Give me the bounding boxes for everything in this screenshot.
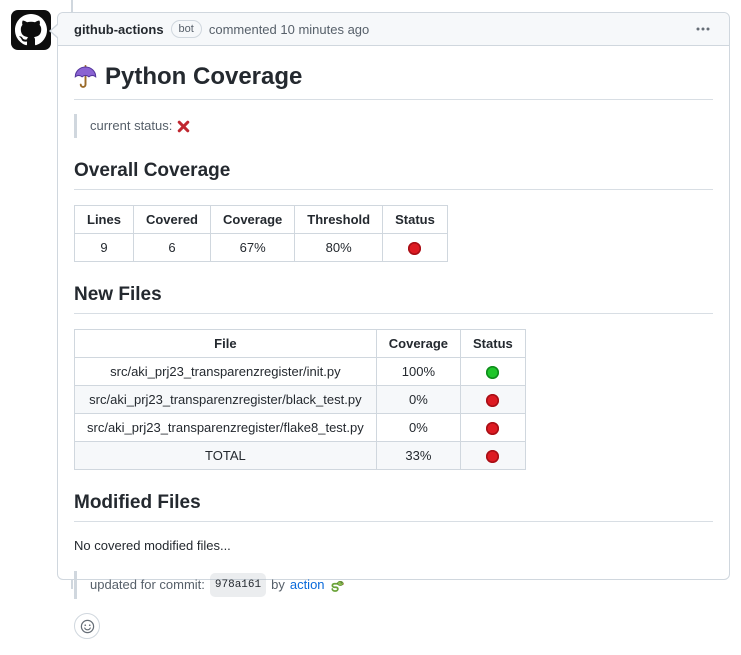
cell-coverage: 0% [376,386,460,414]
smiley-icon [80,619,95,634]
overall-coverage-heading: Overall Coverage [74,159,713,190]
avatar[interactable] [11,10,51,50]
add-reaction-button[interactable] [74,613,100,639]
github-octocat-icon [15,14,47,46]
overall-coverage-table: Lines Covered Coverage Threshold Status … [74,205,448,262]
comment-options-button[interactable] [693,17,713,41]
cell-file: src/aki_prj23_transparenzregister/init.p… [75,358,377,386]
page-title-text: Python Coverage [105,62,302,92]
page-title: Python Coverage [74,62,713,100]
status-circle-icon [486,394,499,407]
table-row-total: TOTAL 33% [75,442,526,470]
cell-coverage: 67% [211,234,295,262]
col-header-status: Status [383,206,448,234]
table-row: 9 6 67% 80% [75,234,448,262]
cell-coverage: 0% [376,414,460,442]
cell-threshold: 80% [295,234,383,262]
modified-files-empty-text: No covered modified files... [74,537,713,555]
table-header-row: Lines Covered Coverage Threshold Status [75,206,448,234]
col-header-coverage: Coverage [376,330,460,358]
cell-file: src/aki_prj23_transparenzregister/black_… [75,386,377,414]
commit-hash: 978a161 [210,573,266,597]
status-circle-icon [486,450,499,463]
col-header-status: Status [461,330,526,358]
table-row: src/aki_prj23_transparenzregister/flake8… [75,414,526,442]
comment-card: github-actions bot commented 10 minutes … [57,12,730,580]
table-row: src/aki_prj23_transparenzregister/init.p… [75,358,526,386]
table-header-row: File Coverage Status [75,330,526,358]
updated-commit-quote: updated for commit: 978a161 by action [74,571,713,599]
current-status-quote: current status: [74,114,713,138]
umbrella-icon [74,65,97,90]
new-files-table: File Coverage Status src/aki_prj23_trans… [74,329,526,470]
col-header-threshold: Threshold [295,206,383,234]
snake-icon [330,578,344,592]
cell-covered: 6 [133,234,210,262]
author-link[interactable]: github-actions [74,22,164,37]
comment-body: Python Coverage current status: Overall … [58,46,729,655]
col-header-covered: Covered [133,206,210,234]
action-link[interactable]: action [290,575,325,595]
current-status-label: current status: [90,116,172,136]
cross-mark-icon [177,120,190,133]
cell-lines: 9 [75,234,134,262]
new-files-heading: New Files [74,283,713,314]
status-circle-icon [486,366,499,379]
status-circle-icon [486,422,499,435]
col-header-file: File [75,330,377,358]
modified-files-heading: Modified Files [74,491,713,522]
cell-file: TOTAL [75,442,377,470]
bot-badge: bot [171,20,202,38]
updated-for-commit-label: updated for commit: [90,575,205,595]
status-circle-icon [408,242,421,255]
cell-file: src/aki_prj23_transparenzregister/flake8… [75,414,377,442]
by-label: by [271,575,285,595]
comment-timestamp[interactable]: commented 10 minutes ago [209,22,369,37]
col-header-coverage: Coverage [211,206,295,234]
table-row: src/aki_prj23_transparenzregister/black_… [75,386,526,414]
comment-header: github-actions bot commented 10 minutes … [58,13,729,46]
col-header-lines: Lines [75,206,134,234]
cell-coverage: 100% [376,358,460,386]
kebab-horizontal-icon [695,21,711,37]
cell-coverage: 33% [376,442,460,470]
